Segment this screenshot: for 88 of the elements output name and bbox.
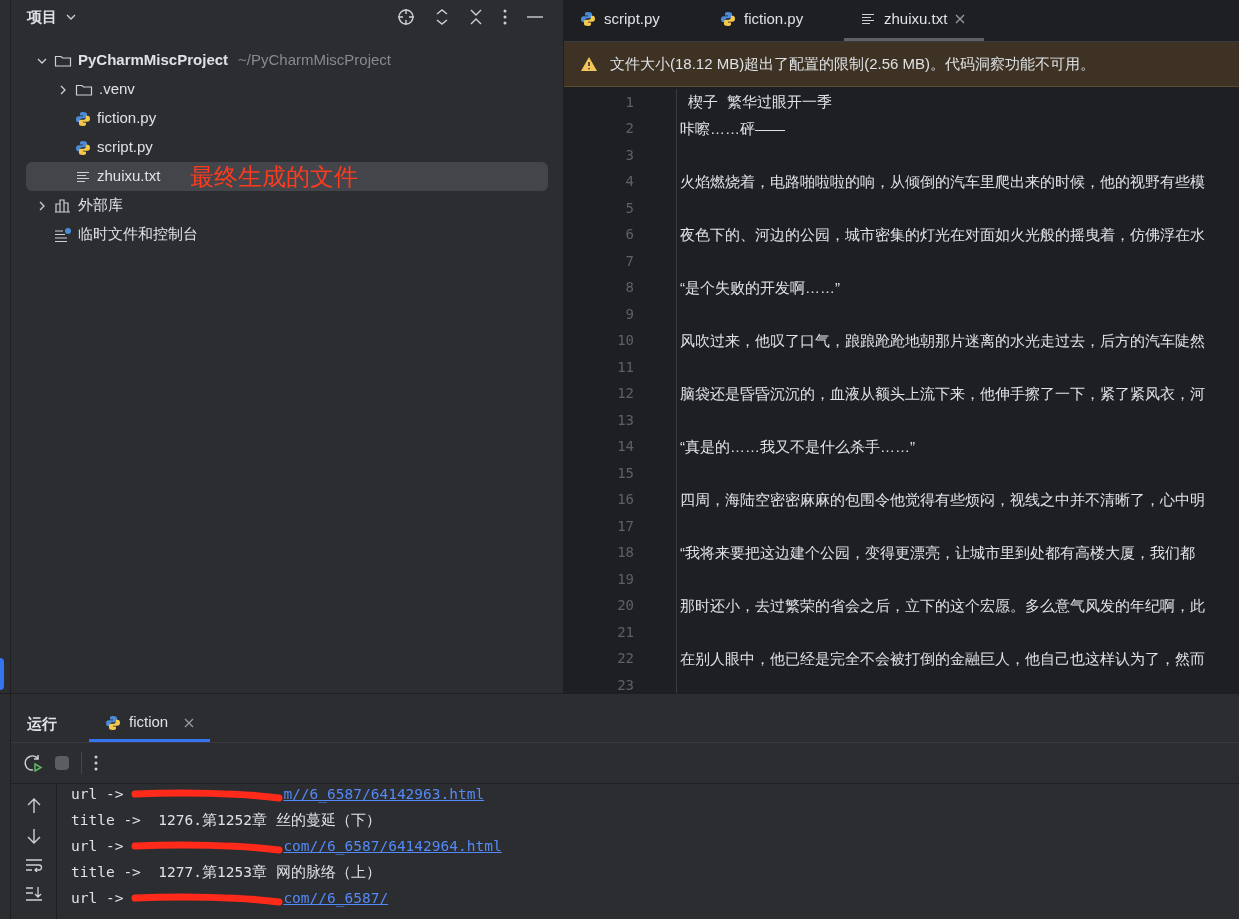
minimize-icon[interactable]	[527, 15, 543, 19]
line-number: 23	[616, 675, 634, 693]
line-number: 21	[616, 622, 634, 642]
collapse-all-icon[interactable]	[469, 8, 483, 26]
output-link[interactable]: com//6_6587/	[283, 885, 389, 911]
output-link[interactable]: com//6_6587/64142964.html	[283, 833, 502, 859]
text-line: “真是的……我又不是什么杀手……”	[679, 436, 915, 457]
line-number: 14	[616, 437, 634, 457]
python-icon	[580, 11, 596, 27]
line-number: 20	[616, 596, 634, 616]
tree-item[interactable]: .venv	[26, 75, 548, 104]
text-file-icon	[860, 11, 876, 27]
close-icon[interactable]	[955, 14, 966, 24]
line-number: 13	[616, 410, 634, 430]
line-number: 18	[616, 543, 634, 563]
more-icon[interactable]	[94, 755, 98, 771]
editor-tab[interactable]: fiction.py	[704, 0, 844, 41]
line-number: 15	[616, 463, 634, 483]
line-number: 12	[616, 384, 634, 404]
python-icon	[75, 110, 91, 127]
text-line: 四周，海陆空密密麻麻的包围令他觉得有些烦闷，视线之中并不清晰了，心中明	[679, 489, 1205, 510]
line-number: 11	[616, 357, 634, 377]
item-path: ~/PyCharmMiscProject	[238, 50, 391, 71]
text-line: 那时还小，去过繁荣的省会之后，立下的这个宏愿。多么意气风发的年纪啊，此	[679, 595, 1205, 616]
item-label: script.py	[97, 137, 153, 158]
scroll-to-end-icon[interactable]	[24, 886, 43, 902]
arrow-down-icon[interactable]	[26, 828, 41, 844]
python-icon	[105, 714, 121, 731]
item-label: 外部库	[78, 195, 123, 216]
arrow-up-icon[interactable]	[26, 798, 41, 814]
scratch-icon	[54, 226, 72, 243]
line-number: 2	[624, 119, 634, 139]
rerun-icon[interactable]	[23, 753, 43, 773]
text-line: “是个失败的开发啊……”	[679, 277, 840, 298]
line-number: 16	[616, 490, 634, 510]
annotation: 最终生成的文件	[190, 161, 359, 192]
item-label: zhuixu.txt	[97, 166, 161, 187]
line-number: 7	[624, 251, 634, 271]
line-number: 22	[616, 649, 634, 669]
tree-item[interactable]: fiction.py	[26, 104, 548, 133]
tree-item[interactable]: zhuixu.txt 最终生成的文件	[26, 162, 548, 191]
text-line: 火焰燃烧着，电路啪啦啦的响，从倾倒的汽车里爬出来的时候，他的视野有些模	[679, 171, 1205, 192]
run-tab[interactable]: fiction	[89, 706, 211, 742]
item-label: 临时文件和控制台	[78, 224, 198, 245]
line-number: 17	[616, 516, 634, 536]
line-number: 1	[624, 92, 634, 112]
tree-item[interactable]: 外部库	[26, 191, 548, 220]
library-icon	[54, 197, 72, 214]
line-number: 5	[624, 198, 634, 218]
text-line: 脑袋还是昏昏沉沉的，血液从额头上流下来，他伸手擦了一下，紧了紧风衣，河	[679, 383, 1205, 404]
editor-tab[interactable]: script.py	[564, 0, 704, 41]
line-number: 8	[624, 278, 634, 298]
panel-title[interactable]: 项目	[27, 5, 57, 29]
output-label: url ->	[71, 785, 124, 804]
tree-item[interactable]: script.py	[26, 133, 548, 162]
text-line: 在别人眼中，他已经是完全不会被打倒的金融巨人，他自己也这样认为了，然而	[679, 648, 1205, 669]
output-link[interactable]: m//6_6587/64142963.html	[283, 781, 485, 807]
expand-all-icon[interactable]	[435, 8, 449, 26]
close-icon[interactable]	[184, 717, 195, 728]
warning-text: 文件大小(18.12 MB)超出了配置的限制(2.56 MB)。代码洞察功能不可用。	[610, 53, 1096, 74]
text-line: “我将来要把这边建个公园，变得更漂亮，让城市里到处都有高楼大厦，我们都	[679, 542, 1195, 563]
item-label: PyCharmMiscProject	[78, 50, 229, 71]
line-number: 10	[616, 331, 634, 351]
line-number: 3	[624, 145, 634, 165]
locate-icon[interactable]	[397, 8, 415, 26]
output-label: url ->	[71, 837, 124, 856]
text-line: 风吹过来，他叹了口气，踉踉跄跄地朝那片迷离的水光走过去，后方的汽车陡然	[679, 330, 1205, 351]
line-number: 19	[616, 569, 634, 589]
python-icon	[75, 139, 91, 156]
text-line: 夜色下的、河边的公园，城市密集的灯光在对面如火光般的摇曳着，仿佛浮在水	[679, 224, 1205, 245]
line-number: 9	[624, 304, 634, 324]
tree-item[interactable]: PyCharmMiscProject ~/PyCharmMiscProject	[26, 46, 548, 75]
line-number: 6	[624, 225, 634, 245]
line-number: 4	[624, 172, 634, 192]
output-label: url ->	[71, 889, 124, 908]
text-line: 楔子 繁华过眼开一季	[687, 92, 832, 112]
more-icon[interactable]	[503, 9, 507, 25]
item-label: .venv	[99, 79, 135, 100]
item-label: fiction.py	[97, 108, 157, 129]
soft-wrap-icon[interactable]	[24, 858, 43, 872]
toolbar-handle[interactable]	[0, 658, 4, 690]
panel-title: 运行	[27, 713, 57, 734]
output-line: title -> 1276.第1252章 丝的蔓延（下）	[71, 811, 382, 830]
text-line: 咔嚓……砰——	[679, 118, 785, 139]
warning-icon	[580, 56, 598, 72]
tree-item[interactable]: 临时文件和控制台	[26, 220, 548, 249]
output-line: title -> 1277.第1253章 网的脉络（上）	[71, 863, 382, 882]
python-icon	[720, 11, 736, 27]
